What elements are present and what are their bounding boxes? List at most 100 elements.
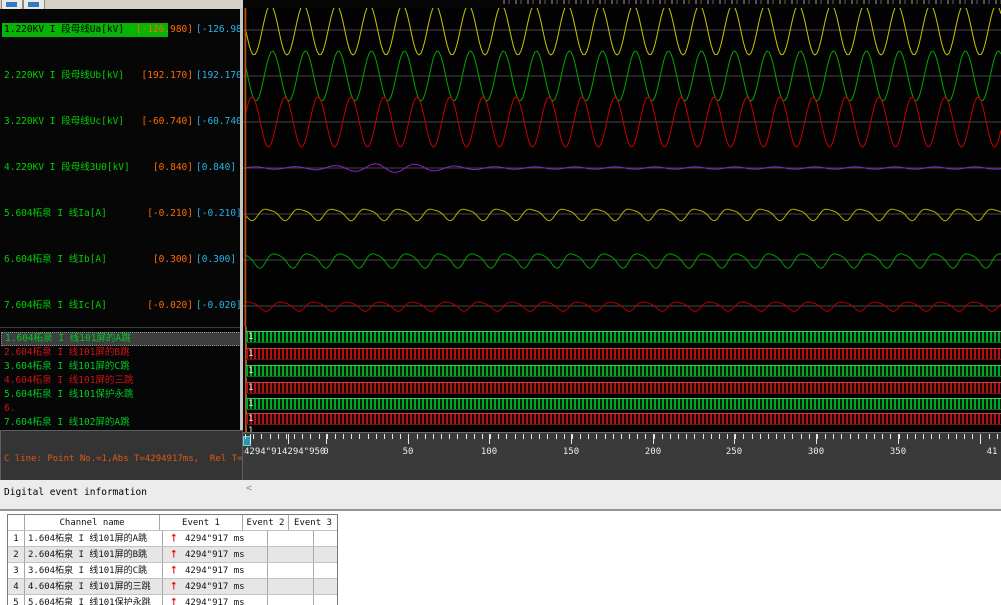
ruler-minor-tick: [735, 434, 736, 439]
digital-state-value: 1: [248, 398, 253, 410]
ruler-minor-tick: [368, 434, 369, 439]
waveform-trace-6: [245, 254, 1001, 268]
digital-channel-row-5[interactable]: 5.604柘泉 I 线101保护永跳: [1, 388, 240, 401]
event3-cell: [314, 531, 338, 547]
ruler-label: 250: [726, 447, 742, 457]
event-row-number: 2: [8, 547, 25, 563]
ruler-label: 200: [645, 447, 661, 457]
digital-event-table[interactable]: Channel name Event 1 Event 2 Event 3 11.…: [7, 514, 338, 605]
ruler-minor-tick: [809, 434, 810, 439]
event-table-row-2[interactable]: 22.604柘泉 I 线101屏的B跳↑4294"917 ms: [8, 547, 337, 563]
event-channel-name: 3.604柘泉 I 线101屏的C跳: [25, 563, 163, 579]
ruler-minor-tick: [923, 434, 924, 439]
col-channel-name: Channel name: [25, 515, 160, 531]
ruler-minor-tick: [817, 434, 818, 439]
digital-state-bar-6: 1: [246, 413, 1001, 425]
event-table-row-1[interactable]: 11.604柘泉 I 线101屏的A跳↑4294"917 ms: [8, 531, 337, 547]
ruler-minor-tick: [841, 434, 842, 439]
analog-channel-row-5[interactable]: 5.604柘泉 I 线Ia[A][-0.210][-0.210]: [0, 207, 240, 221]
time-axis-ruler[interactable]: 4294"914294"95005010015020025030035041: [243, 432, 1001, 481]
event3-cell: [314, 563, 338, 579]
ruler-label: 100: [481, 447, 497, 457]
analog-channel-row-1[interactable]: 1.220KV I 段母线Ua[kV][-126.980][-126.980]: [0, 23, 240, 37]
ruler-minor-tick: [670, 434, 671, 439]
ruler-minor-tick: [719, 434, 720, 439]
ruler-minor-tick: [686, 434, 687, 439]
ruler-major-tick: [898, 434, 899, 444]
ruler-minor-tick: [392, 434, 393, 439]
ruler-minor-tick: [547, 434, 548, 439]
analog-channel-value-secondary: [-126.980]: [196, 23, 240, 37]
digital-channel-row-7[interactable]: 7.604柘泉 I 线102屏的A跳: [1, 416, 240, 429]
rising-edge-arrow-icon: ↑: [170, 563, 178, 579]
event-table-row-5[interactable]: 55.604柘泉 I 线101保护永跳↑4294"917 ms: [8, 595, 337, 605]
analog-channel-row-6[interactable]: 6.604柘泉 I 线Ib[A][0.300][0.300]: [0, 253, 240, 267]
analog-channel-value-primary: [-60.740]: [142, 115, 193, 129]
col-event1: Event 1: [160, 515, 243, 531]
digital-channel-row-6[interactable]: 6.: [1, 402, 240, 415]
analog-channel-row-3[interactable]: 3.220KV I 段母线Uc[kV][-60.740][-60.740]: [0, 115, 240, 129]
ruler-minor-tick: [711, 434, 712, 439]
digital-channel-row-2[interactable]: 2.604柘泉 I 线101屏的B跳: [1, 346, 240, 359]
ruler-minor-tick: [768, 434, 769, 439]
event-row-number: 3: [8, 563, 25, 579]
ruler-minor-tick: [792, 434, 793, 439]
event1-cell: ↑4294"917 ms: [163, 579, 268, 595]
analog-channel-row-7[interactable]: 7.604柘泉 I 线Ic[A] [-0.020][-0.020]: [0, 299, 240, 313]
analog-channel-label[interactable]: 5.604柘泉 I 线Ia[A]: [2, 207, 109, 221]
analog-channel-label[interactable]: 7.604柘泉 I 线Ic[A]: [2, 299, 109, 313]
analog-channel-label[interactable]: 3.220KV I 段母线Uc[kV]: [2, 115, 126, 129]
digital-waveform-panel[interactable]: 1 111111: [243, 327, 1001, 432]
ruler-minor-tick: [498, 434, 499, 439]
event-table-row-4[interactable]: 44.604柘泉 I 线101屏的三跳↑4294"917 ms: [8, 579, 337, 595]
ruler-label: 150: [563, 447, 579, 457]
time-cursor-line[interactable]: [245, 8, 247, 327]
ruler-label: 4294"91: [244, 447, 282, 457]
ruler-minor-tick: [449, 434, 450, 439]
event3-cell: [314, 547, 338, 563]
analog-channel-value-secondary: [0.840]: [196, 161, 240, 175]
ruler-minor-tick: [310, 434, 311, 439]
digital-state-bar-1: 1: [246, 331, 1001, 343]
digital-channel-row-3[interactable]: 3.604柘泉 I 线101屏的C跳: [1, 360, 240, 373]
ruler-minor-tick: [801, 434, 802, 439]
ruler-major-tick: [653, 434, 654, 444]
digital-channel-row-4[interactable]: 4.604柘泉 I 线101屏的三跳: [1, 374, 240, 387]
ruler-minor-tick: [425, 434, 426, 439]
analog-channel-row-2[interactable]: 2.220KV I 段母线Ub[kV][192.170][192.170]: [0, 69, 240, 83]
analog-channel-value-primary: [0.840]: [153, 161, 193, 175]
waveform-trace-5: [245, 209, 1001, 221]
scroll-left-arrow-icon[interactable]: <: [246, 483, 252, 494]
ruler-minor-tick: [964, 434, 965, 439]
analog-channel-value-secondary: [192.170]: [196, 69, 240, 83]
ruler-minor-tick: [466, 434, 467, 439]
event2-cell: [268, 547, 314, 563]
analog-channel-value-primary: [0.300]: [153, 253, 193, 267]
ruler-minor-tick: [931, 434, 932, 439]
ruler-label: 4294"950: [282, 447, 325, 457]
ruler-minor-tick: [539, 434, 540, 439]
event-table-row-3[interactable]: 33.604柘泉 I 线101屏的C跳↑4294"917 ms: [8, 563, 337, 579]
digital-channel-row-1[interactable]: 1.604柘泉 I 线101屏的A跳: [1, 332, 240, 346]
ruler-major-tick: [326, 434, 327, 444]
ruler-minor-tick: [556, 434, 557, 439]
analog-channel-label[interactable]: 6.604柘泉 I 线Ib[A]: [2, 253, 109, 267]
digital-state-value: 1: [248, 331, 253, 343]
col-event2: Event 2: [243, 515, 289, 531]
ruler-label: 50: [403, 447, 414, 457]
ruler-minor-tick: [278, 434, 279, 439]
ruler-minor-tick: [637, 434, 638, 439]
analog-channel-value-secondary: [-0.020]: [196, 299, 240, 313]
ruler-minor-tick: [694, 434, 695, 439]
event2-cell: [268, 531, 314, 547]
analog-channel-label[interactable]: 4.220KV I 段母线3U0[kV]: [2, 161, 132, 175]
digital-state-bar-3: 1: [246, 365, 1001, 377]
ruler-minor-tick: [948, 434, 949, 439]
waveform-analysis-window: 1.220KV I 段母线Ua[kV][-126.980][-126.980] 2…: [0, 0, 1001, 605]
analog-channel-row-4[interactable]: 4.220KV I 段母线3U0[kV] [0.840][0.840]: [0, 161, 240, 175]
analog-waveform-panel[interactable]: [243, 8, 1001, 327]
ruler-minor-tick: [629, 434, 630, 439]
analog-channel-value-primary: [-0.020]: [147, 299, 193, 313]
analog-channel-label[interactable]: 2.220KV I 段母线Ub[kV]: [2, 69, 126, 83]
ruler-minor-tick: [703, 434, 704, 439]
